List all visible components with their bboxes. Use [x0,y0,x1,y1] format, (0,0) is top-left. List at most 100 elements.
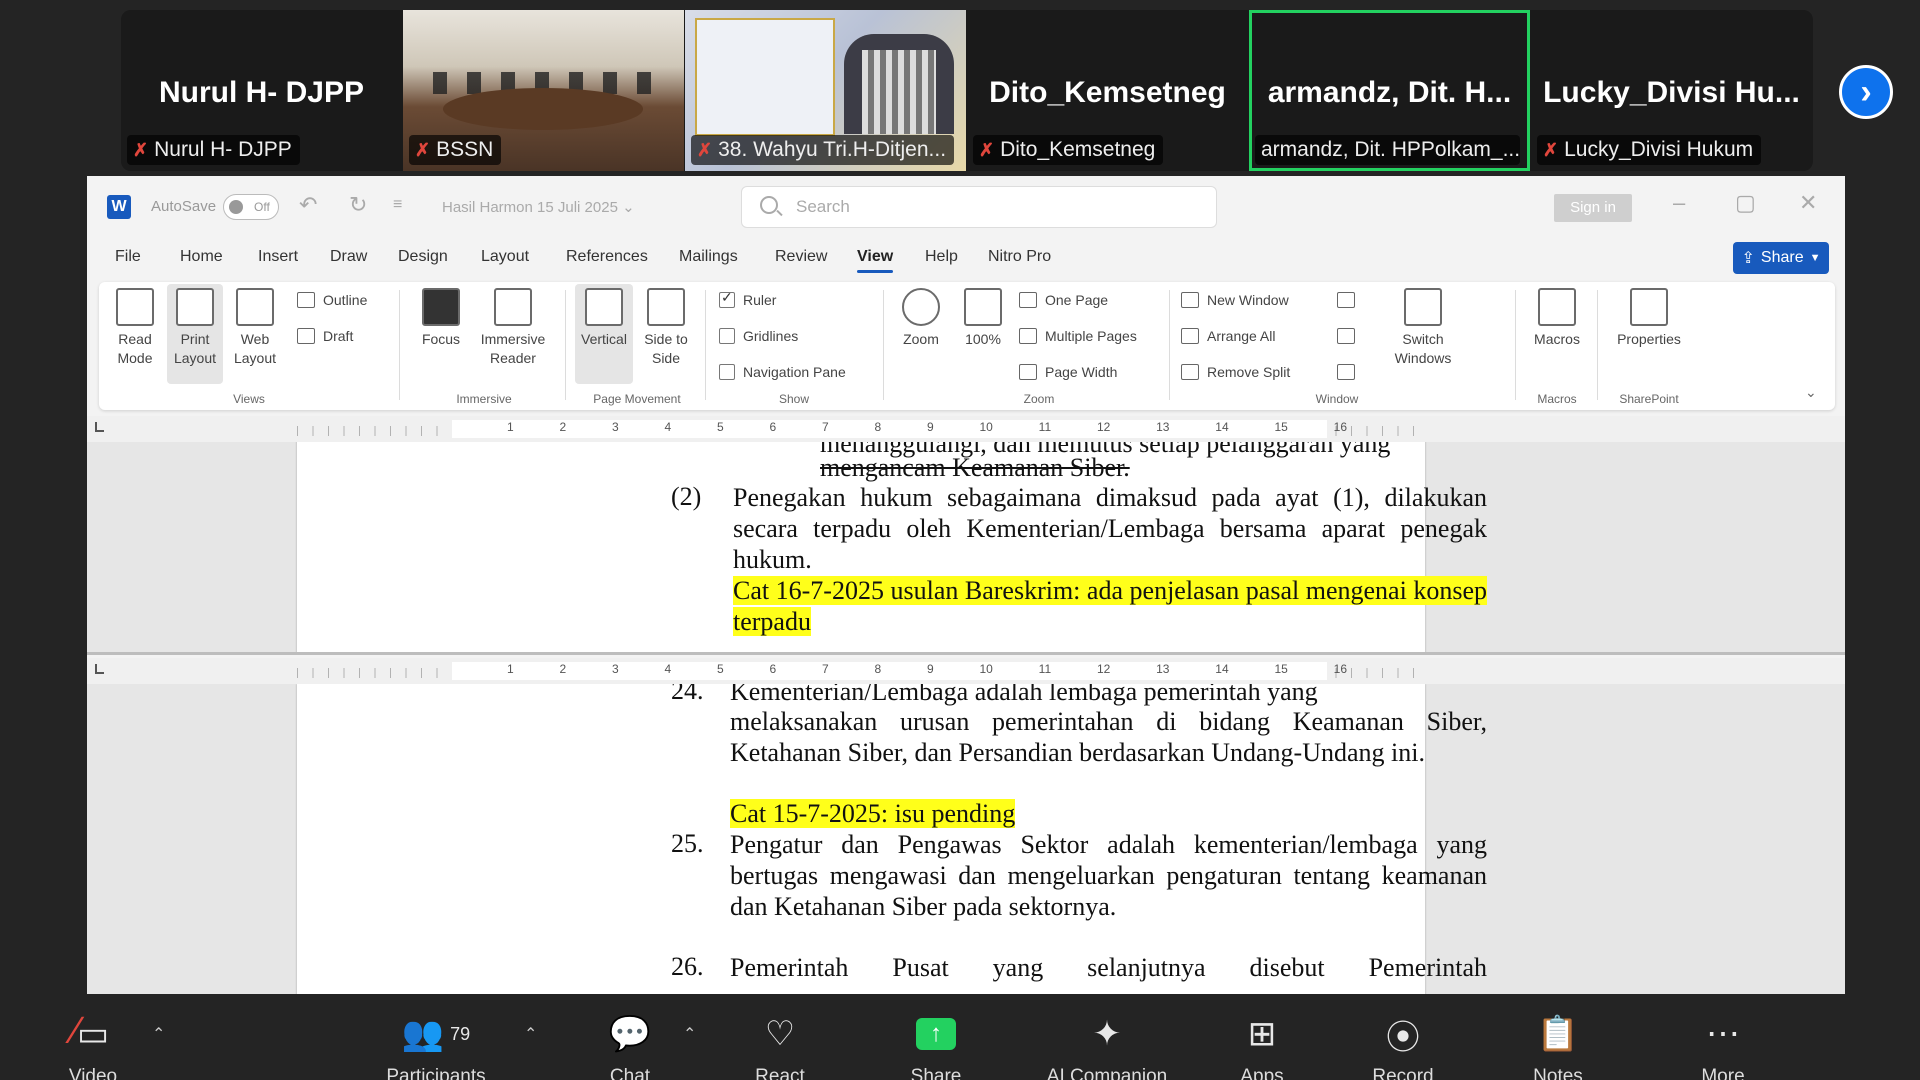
react-button[interactable]: ♡ React [720,1012,840,1080]
tab-design[interactable]: Design [398,248,448,266]
collapse-ribbon-icon[interactable]: ⌄ [1805,384,1817,401]
outline-button[interactable]: Outline [297,292,367,308]
item-number: 24. [671,684,704,705]
notes-icon: 📋 [1536,1015,1580,1053]
reset-window-glyph [1337,364,1355,380]
undo-icon[interactable]: ↶ [299,192,317,218]
view-side-by-side-icon[interactable] [1337,292,1355,308]
item-number: 26. [671,952,704,981]
participant-name: Dito_Kemsetneg [1000,138,1156,161]
page-width-label: Page Width [1045,364,1118,380]
participant-tile[interactable]: Dito_Kemsetneg ✗ Dito_Kemsetneg [967,10,1248,171]
participant-video-tile[interactable]: ✗ BSSN [403,10,684,171]
page-width-button[interactable]: Page Width [1019,364,1117,380]
group-divider [1515,290,1516,400]
focus-button[interactable]: Focus [413,288,469,349]
apps-button[interactable]: ⊞ Apps [1202,1012,1322,1080]
participant-tile-speaking[interactable]: armandz, Dit. H... armandz, Dit. HPPolka… [1249,10,1530,171]
gridlines-checkbox[interactable]: Gridlines [719,328,798,344]
tab-mailings[interactable]: Mailings [679,248,738,266]
tab-file[interactable]: File [115,248,141,266]
search-input[interactable]: Search [741,186,1217,228]
tab-selector-icon[interactable] [95,422,104,432]
navigation-pane-checkbox[interactable]: Navigation Pane [719,364,846,380]
tab-help[interactable]: Help [925,248,958,266]
document-name[interactable]: Hasil Harmon 15 Juli 2025 ⌄ [442,198,635,216]
tab-layout[interactable]: Layout [481,248,529,266]
remove-split-button[interactable]: Remove Split [1181,364,1290,380]
participant-video-tile[interactable]: ✗ 38. Wahyu Tri.H-Ditjen... [685,10,966,171]
autosave-toggle[interactable]: Off [223,194,279,220]
draft-button[interactable]: Draft [297,328,353,344]
chat-options-caret-icon[interactable]: ⌃ [683,1024,696,1044]
video-button[interactable]: ▭ ⁄ Video [33,1010,153,1080]
participant-tile[interactable]: Nurul H- DJPP ✗ Nurul H- DJPP [121,10,402,171]
tab-draw[interactable]: Draw [330,248,367,266]
one-page-button[interactable]: One Page [1019,292,1108,308]
participants-button[interactable]: 👥 79 Participants [376,1012,496,1080]
tab-nitro-pro[interactable]: Nitro Pro [988,248,1051,266]
zoom-button[interactable]: Zoom [893,288,949,349]
group-divider [565,290,566,400]
sync-scrolling-icon[interactable] [1337,328,1355,344]
ai-sparkle-icon: ✦ [1092,1015,1122,1053]
notes-button[interactable]: 📋 Notes [1498,1012,1618,1080]
print-layout-button[interactable]: Print Layout [167,284,223,384]
tab-view[interactable]: View [857,248,894,273]
video-options-caret-icon[interactable]: ⌃ [152,1024,165,1044]
reset-window-icon[interactable] [1337,364,1355,380]
ruler-checkbox[interactable]: Ruler [719,289,776,308]
switch-windows-icon [1404,288,1442,326]
new-window-button[interactable]: New Window [1181,292,1289,308]
tab-selector-icon[interactable] [95,664,104,674]
read-mode-button[interactable]: Read Mode [107,288,163,368]
web-layout-button[interactable]: Web Layout [227,288,283,368]
ruler-number: 7 [822,662,829,676]
immersive-reader-button[interactable]: Immersive Reader [473,288,553,368]
record-button[interactable]: ⦿ Record [1343,1012,1463,1080]
side-to-side-button[interactable]: Side to Side [637,288,695,368]
sync-scrolling-glyph [1337,328,1355,344]
tab-home[interactable]: Home [180,248,223,266]
tab-insert[interactable]: Insert [258,248,298,266]
vertical-button[interactable]: Vertical [575,284,633,384]
group-divider [1169,290,1170,400]
tab-review[interactable]: Review [775,248,827,266]
highlighted-comment: Cat 16-7-2025 usulan Bareskrim: ada penj… [733,576,1487,636]
participant-name: armandz, Dit. HPPolkam_... [1261,138,1520,161]
close-icon[interactable]: ✕ [1799,190,1817,216]
horizontal-ruler[interactable]: 1 2 3 4 5 6 7 8 9 10 11 12 13 14 15 16 [87,658,1845,684]
arrange-all-button[interactable]: Arrange All [1181,328,1275,344]
ruler-number: 12 [1096,662,1111,676]
maximize-icon[interactable]: ▢ [1735,190,1756,216]
chat-button[interactable]: 💬 Chat [570,1012,690,1080]
video-feed-building-columns [862,50,936,134]
share-screen-button[interactable]: ↑ Share [876,1012,996,1080]
switch-windows-button[interactable]: Switch Windows [1381,288,1465,368]
more-button[interactable]: ⋯ More [1663,1012,1783,1080]
properties-button[interactable]: Properties [1607,288,1691,349]
ai-companion-button[interactable]: ✦ AI Companion [1017,1012,1197,1080]
redo-icon[interactable]: ↻ [349,192,367,218]
participant-tile[interactable]: Lucky_Divisi Hu... ✗ Lucky_Divisi Hukum [1531,10,1812,171]
tab-references[interactable]: References [566,248,648,266]
macros-button[interactable]: Macros [1525,288,1589,349]
view-ribbon: Read Mode Print Layout Web Layout Outlin… [99,282,1835,410]
split-bar[interactable] [87,652,1845,655]
minimize-icon[interactable]: – [1673,190,1685,216]
document-pane-bottom[interactable]: 24. Kementerian/Lembaga adalah lembaga p… [87,684,1845,994]
next-page-chevron-icon[interactable]: › [1839,65,1893,119]
multiple-pages-button[interactable]: Multiple Pages [1019,328,1137,344]
ruler-number: 12 [1096,420,1111,434]
checkbox-checked-icon [719,289,735,308]
read-mode-label: Read Mode [117,331,153,366]
zoom-100-button[interactable]: 100% [955,288,1011,349]
magnifier-icon [902,288,940,326]
sign-in-button[interactable]: Sign in [1554,194,1632,222]
ruler-number: 5 [717,420,724,434]
document-pane-top[interactable]: menanggulangi, dan memutus setiap pelang… [87,442,1845,652]
participants-options-caret-icon[interactable]: ⌃ [524,1024,537,1044]
customize-qa-icon[interactable]: ≡ [393,196,402,214]
horizontal-ruler[interactable]: 1 2 3 4 5 6 7 8 9 10 11 12 13 14 15 16 [87,416,1845,442]
share-button[interactable]: ⇪ Share ▼ [1733,242,1829,274]
